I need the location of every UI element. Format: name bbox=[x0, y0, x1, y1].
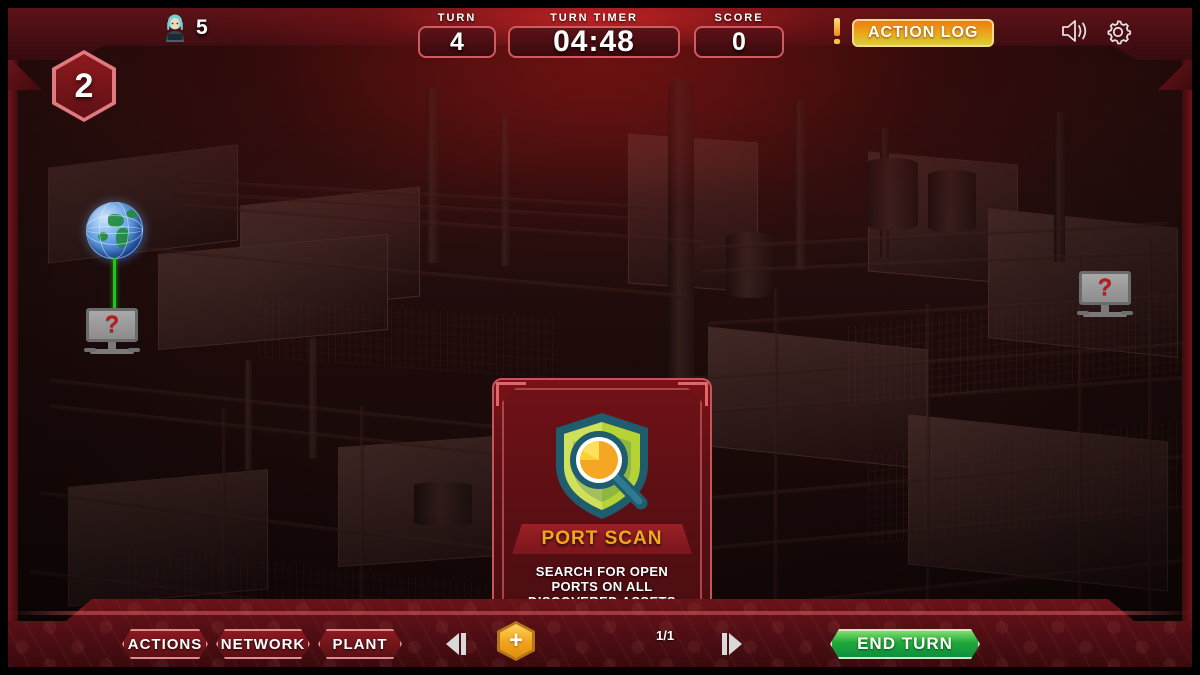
shield-magnifier-icon bbox=[549, 410, 655, 522]
stat-turn-label: TURN bbox=[437, 12, 477, 24]
card-inner-panel: PORT SCAN SEARCH FOR OPEN PORTS ON ALL D… bbox=[502, 388, 702, 608]
next-arrow-bar bbox=[722, 633, 727, 655]
alert-exclamation-icon bbox=[832, 18, 842, 46]
monitor-foot-right bbox=[1121, 311, 1133, 315]
plus-hex-icon: + bbox=[508, 627, 523, 654]
internet-node[interactable] bbox=[86, 202, 144, 260]
tab-plant[interactable]: PLANT bbox=[318, 629, 402, 659]
alert-bar bbox=[834, 18, 840, 36]
add-card-button[interactable]: + bbox=[497, 621, 535, 661]
monitor-foot-right bbox=[128, 348, 140, 352]
gear-icon[interactable] bbox=[1104, 18, 1132, 46]
stat-turn: TURN 4 bbox=[418, 12, 496, 58]
stat-turn-timer-label: TURN TIMER bbox=[550, 12, 638, 24]
tab-network[interactable]: NETWORK bbox=[216, 629, 310, 659]
link-internet-to-asset bbox=[113, 258, 116, 312]
card-title-band: PORT SCAN bbox=[512, 524, 692, 554]
unknown-asset-label: ? bbox=[1097, 274, 1113, 301]
stat-score: SCORE 0 bbox=[694, 12, 784, 58]
hacker-avatar-icon bbox=[166, 14, 184, 42]
frame-left-edge bbox=[8, 56, 18, 646]
prev-card-button[interactable] bbox=[446, 633, 466, 655]
frame-right-edge bbox=[1182, 56, 1192, 646]
alert-dot bbox=[834, 39, 840, 44]
monitor-neck bbox=[108, 342, 116, 349]
unknown-asset-node-right[interactable]: ? bbox=[1077, 271, 1133, 319]
stat-turn-timer-value: 04:48 bbox=[508, 25, 680, 58]
player-count-value: 5 bbox=[196, 16, 208, 39]
end-turn-button[interactable]: END TURN bbox=[830, 629, 980, 659]
stat-score-label: SCORE bbox=[714, 12, 764, 24]
action-card-port-scan[interactable]: PORT SCAN SEARCH FOR OPEN PORTS ON ALL D… bbox=[492, 378, 712, 616]
stat-turn-value: 4 bbox=[418, 26, 496, 58]
unknown-asset-label: ? bbox=[104, 311, 120, 338]
level-badge: 2 bbox=[52, 50, 116, 122]
tab-actions-label: ACTIONS bbox=[127, 635, 203, 653]
level-badge-value: 2 bbox=[74, 66, 94, 105]
monitor-foot-left bbox=[1077, 311, 1089, 315]
game-screen: ? ? 2 5 TURN 4 TURN TIMER 04:48 SCORE 0 … bbox=[0, 0, 1200, 675]
prev-arrow-icon bbox=[446, 633, 459, 655]
next-arrow-icon bbox=[729, 633, 742, 655]
end-turn-label: END TURN bbox=[857, 634, 953, 653]
next-card-button[interactable] bbox=[722, 633, 742, 655]
card-counter: 1/1 bbox=[656, 628, 675, 643]
card-title: PORT SCAN bbox=[541, 528, 663, 549]
unknown-asset-node-left[interactable]: ? bbox=[84, 308, 140, 356]
tab-network-label: NETWORK bbox=[220, 635, 306, 653]
tab-plant-label: PLANT bbox=[332, 635, 388, 653]
monitor-screen: ? bbox=[86, 308, 138, 342]
monitor-screen: ? bbox=[1079, 271, 1131, 305]
action-log-button[interactable]: ACTION LOG bbox=[852, 19, 995, 47]
prev-arrow-bar bbox=[461, 633, 466, 655]
monitor-foot-left bbox=[84, 348, 96, 352]
stat-score-value: 0 bbox=[694, 26, 784, 58]
tab-actions[interactable]: ACTIONS bbox=[122, 629, 208, 659]
speaker-on-icon[interactable] bbox=[1060, 18, 1090, 44]
stat-turn-timer: TURN TIMER 04:48 bbox=[508, 12, 680, 58]
action-log-label: ACTION LOG bbox=[868, 24, 979, 41]
card-artwork bbox=[504, 406, 700, 526]
monitor-neck bbox=[1101, 305, 1109, 312]
player-counter: 5 bbox=[162, 14, 208, 42]
